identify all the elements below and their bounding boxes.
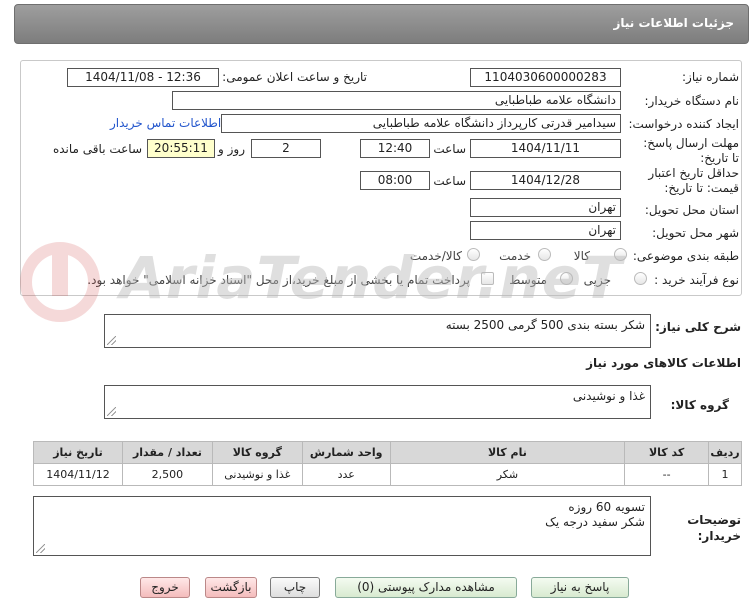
need-number-label: شماره نیاز: [682,70,739,84]
print-button[interactable]: چاپ [270,577,320,598]
deadline-time-label: ساعت [433,142,466,156]
need-number-field: 1104030600000283 [470,68,621,87]
col-code: کد کالا [624,441,710,464]
resize-grip-icon[interactable] [107,336,116,345]
remaining-time-field: 20:55:11 [147,139,215,158]
deadline-time-field: 12:40 [360,139,430,158]
goods-info-title: اطلاعات کالاهای مورد نیاز [586,356,741,370]
buyer-notes-line-1: تسویه 60 روزه [568,500,645,514]
resize-grip-icon[interactable] [36,544,45,553]
cell-date: 1404/11/12 [33,463,123,486]
category-goods-service-label: کالا/خدمت [409,249,462,263]
deadline-label: مهلت ارسال پاسخ: تا تاریخ: [643,136,739,165]
validity-label: حداقل تاریخ اعتبار قیمت: تا تاریخ: [648,166,739,195]
col-quantity: تعداد / مقدار [122,441,213,464]
deadline-date-field: 1404/11/11 [470,139,621,158]
buyer-notes-textarea: تسویه 60 روزه شکر سفید درجه یک [33,496,651,556]
category-goods-radio[interactable] [614,248,627,261]
col-row: ردیف [708,441,742,464]
buyer-label: نام دستگاه خریدار: [644,94,740,108]
col-name: نام کالا [389,441,626,464]
table-row: 1 -- شکر عدد غذا و نوشیدنی 2,500 1404/11… [33,463,742,486]
validity-time-field: 08:00 [360,171,430,190]
province-label: استان محل تحویل: [644,203,739,217]
buyer-notes-label: توضیحات خریدار: [687,513,741,543]
province-field: تهران [470,198,621,217]
page-title: جزئیات اطلاعات نیاز [613,16,734,30]
process-medium-radio[interactable] [560,272,573,285]
table-header-row: ردیف کد کالا نام کالا واحد شمارش گروه کا… [33,441,742,464]
creator-label: ایجاد کننده درخواست: [628,117,739,131]
back-button[interactable]: بازگشت [205,577,257,598]
process-small-label: جزیی [583,273,611,287]
days-field: 2 [251,139,321,158]
cell-quantity: 2,500 [122,463,213,486]
col-date: تاریخ نیاز [33,441,123,464]
summary-label: شرح کلی نیاز: [655,320,741,334]
cell-group: غذا و نوشیدنی [211,463,303,486]
process-small-radio[interactable] [634,272,647,285]
category-goods-label: کالا [573,249,590,263]
goods-group-textarea: غذا و نوشیدنی [104,385,651,419]
category-goods-service-radio[interactable] [467,248,480,261]
announce-label: تاریخ و ساعت اعلان عمومی: [222,70,367,84]
category-label: طبقه بندی موضوعی: [632,249,739,263]
attachments-button[interactable]: مشاهده مدارک پیوستی (0) [335,577,517,598]
resize-grip-icon[interactable] [107,407,116,416]
page-header: جزئیات اطلاعات نیاز [14,4,749,44]
treasury-payment-note: پرداخت تمام یا بخشی از مبلغ خرید،از محل … [87,273,470,287]
summary-textarea: شکر بسته بندی 500 گرمی 2500 بسته [104,314,651,348]
cell-unit: عدد [301,463,391,486]
cell-code: -- [624,463,710,486]
validity-date-field: 1404/12/28 [470,171,621,190]
process-medium-label: متوسط [509,273,547,287]
goods-group-text: غذا و نوشیدنی [572,389,645,403]
announce-field: 1404/11/08 - 12:36 [67,68,219,87]
col-unit: واحد شمارش [301,441,391,464]
items-table: ردیف کد کالا نام کالا واحد شمارش گروه کا… [33,441,742,486]
cell-name: شکر [389,463,626,486]
contact-buyer-link[interactable]: اطلاعات تماس خریدار [110,116,221,130]
city-field: تهران [470,221,621,240]
process-label: نوع فرآیند خرید : [654,273,739,287]
exit-button[interactable]: خروج [140,577,190,598]
col-group: گروه کالا [211,441,303,464]
cell-row: 1 [708,463,742,486]
reply-button[interactable]: پاسخ به نیاز [531,577,629,598]
category-service-label: خدمت [499,249,531,263]
creator-field: سیدامیر قدرتی کارپرداز دانشگاه علامه طبا… [221,114,621,133]
treasury-payment-checkbox[interactable] [481,272,494,285]
buyer-notes-line-2: شکر سفید درجه یک [545,515,645,529]
validity-time-label: ساعت [433,174,466,188]
category-service-radio[interactable] [538,248,551,261]
summary-text: شکر بسته بندی 500 گرمی 2500 بسته [445,318,645,332]
goods-group-label: گروه کالا: [670,398,729,412]
remaining-label: ساعت باقی مانده [52,142,142,156]
days-label: روز و [218,142,245,156]
buyer-field: دانشگاه علامه طباطبایی [172,91,621,110]
city-label: شهر محل تحویل: [652,226,739,240]
